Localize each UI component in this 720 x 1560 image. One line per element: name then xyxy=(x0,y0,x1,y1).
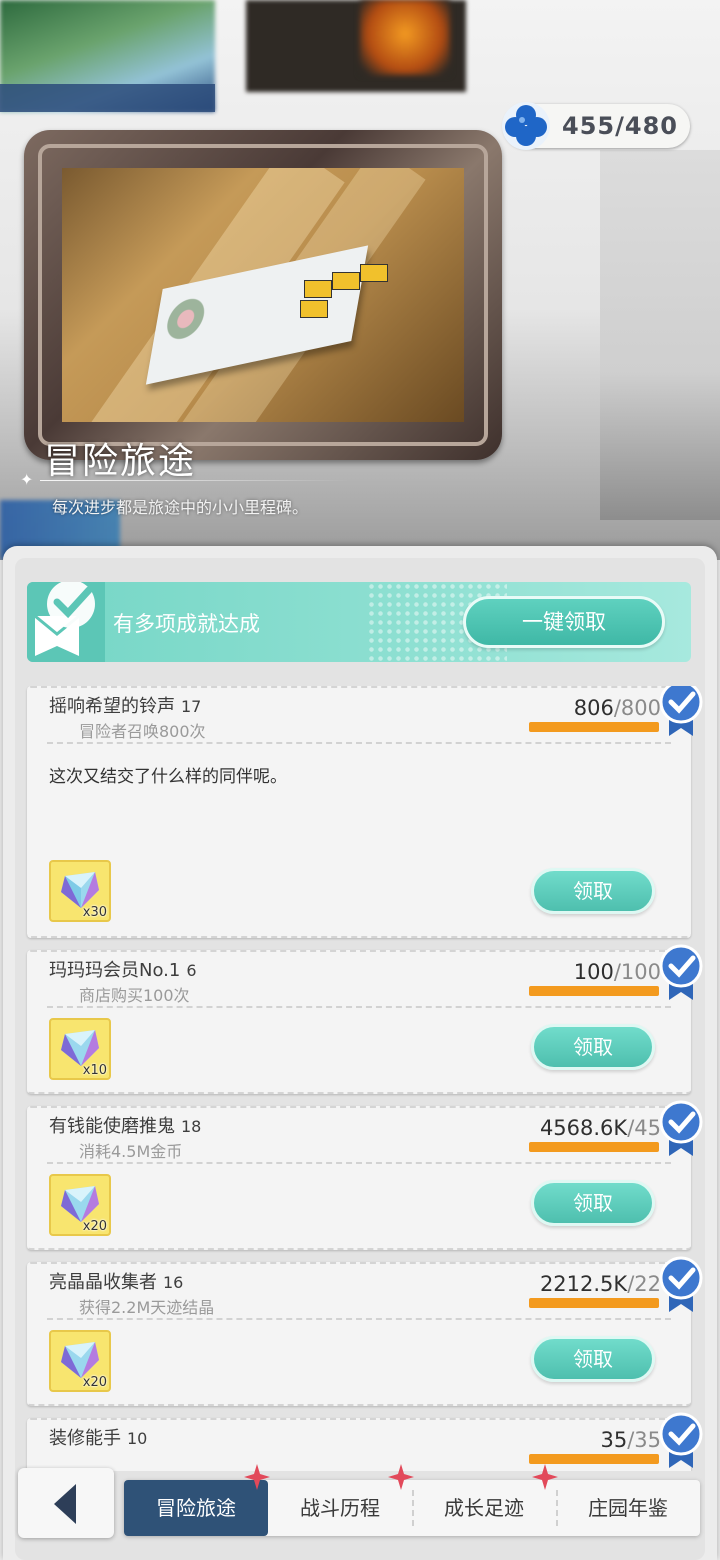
back-arrow-icon xyxy=(54,1484,76,1524)
notification-star-icon xyxy=(244,1464,270,1490)
back-button[interactable] xyxy=(18,1468,114,1538)
stamina-counter[interactable]: 455/480 xyxy=(502,102,690,150)
category-subtitle: 每次进步都是旅途中的小小里程碑。 xyxy=(52,498,309,517)
achievement-card: 亮晶晶收集者 16 获得2.2M天迹结晶 2212.5K/22 x20 领取 xyxy=(27,1256,703,1406)
completed-check-icon xyxy=(659,1100,703,1156)
background-painting-detail xyxy=(360,0,450,75)
reward-item[interactable]: x20 xyxy=(49,1330,111,1392)
achievement-flavor-text: 这次又结交了什么样的同伴呢。 xyxy=(49,767,287,787)
achievement-list[interactable]: 摇响希望的铃声 17 冒险者召唤800次 806/800 这次又结交了什么样的同伴… xyxy=(15,686,705,1471)
achievement-progress-text: 35/35 xyxy=(600,1428,661,1452)
reward-count: x20 xyxy=(82,1219,107,1234)
reward-item[interactable]: x30 xyxy=(49,860,111,922)
sparkle-icon: ✦ xyxy=(20,470,34,489)
bottom-navigation: 冒险旅途 战斗历程 成长足迹 庄园年鉴 xyxy=(18,1464,702,1548)
stamp-image xyxy=(332,272,360,290)
achievement-card: 摇响希望的铃声 17 冒险者召唤800次 806/800 这次又结交了什么样的同伴… xyxy=(27,686,703,938)
achievement-requirement: 冒险者召唤800次 xyxy=(79,722,206,741)
stamina-value: 455/480 xyxy=(562,112,678,140)
clover-icon xyxy=(502,102,550,150)
tab-manor-almanac[interactable]: 庄园年鉴 xyxy=(556,1480,700,1536)
achievement-progress-bar xyxy=(529,986,659,996)
achievement-progress-text: 806/800 xyxy=(573,696,661,720)
achievement-level: 16 xyxy=(163,1273,184,1292)
checked-envelope-icon xyxy=(27,582,105,662)
achievement-name: 装修能手 10 xyxy=(49,1428,148,1449)
achievement-level: 18 xyxy=(181,1117,202,1136)
achievement-progress-bar xyxy=(529,1454,659,1464)
reward-item[interactable]: x10 xyxy=(49,1018,111,1080)
achievement-progress-bar xyxy=(529,1298,659,1308)
stamp-image xyxy=(300,300,328,318)
background-wall-right xyxy=(600,150,720,520)
notification-star-icon xyxy=(532,1464,558,1490)
achievement-name: 有钱能使磨推鬼 18 xyxy=(49,1116,202,1137)
achievement-card: 装修能手 10 35/35 xyxy=(27,1412,703,1471)
achievement-name: 亮晶晶收集者 16 xyxy=(49,1272,184,1293)
completed-check-icon xyxy=(659,944,703,1000)
achievement-requirement: 获得2.2M天迹结晶 xyxy=(79,1298,215,1317)
achievement-progress-text: 2212.5K/22 xyxy=(539,1272,661,1296)
achievement-requirement: 商店购买100次 xyxy=(79,986,190,1005)
completed-check-icon xyxy=(659,1256,703,1312)
achievement-category-artwork xyxy=(24,130,502,460)
completed-check-icon xyxy=(659,686,703,736)
background-painting-plaque xyxy=(0,84,215,112)
reward-count: x20 xyxy=(82,1375,107,1390)
achievements-ready-banner: 有多项成就达成 一键领取 xyxy=(27,582,691,662)
reward-count: x30 xyxy=(82,905,107,920)
stamp-image xyxy=(304,280,332,298)
achievement-progress-bar xyxy=(529,1142,659,1152)
category-tabs: 冒险旅途 战斗历程 成长足迹 庄园年鉴 xyxy=(124,1464,700,1536)
achievement-level: 17 xyxy=(181,697,202,716)
claim-button[interactable]: 领取 xyxy=(531,1024,655,1070)
banner-text: 有多项成就达成 xyxy=(113,612,260,636)
stamp-image xyxy=(360,264,388,282)
achievement-panel: 有多项成就达成 一键领取 摇响希望的铃声 17 冒险者召唤800次 806/800… xyxy=(3,546,717,1560)
notification-star-icon xyxy=(388,1464,414,1490)
achievement-level: 10 xyxy=(127,1429,148,1448)
achievement-progress-text: 100/100 xyxy=(573,960,661,984)
category-title: 冒险旅途 xyxy=(44,441,197,482)
claim-button[interactable]: 领取 xyxy=(531,1180,655,1226)
achievement-name: 玛玛玛会员No.1 6 xyxy=(49,960,197,981)
achievement-card: 玛玛玛会员No.1 6 商店购买100次 100/100 x10 领取 xyxy=(27,944,703,1094)
achievement-progress-bar xyxy=(529,722,659,732)
claim-all-button[interactable]: 一键领取 xyxy=(463,596,665,648)
claim-button[interactable]: 领取 xyxy=(531,868,655,914)
achievement-level: 6 xyxy=(186,961,197,980)
achievement-card: 有钱能使磨推鬼 18 消耗4.5M金币 4568.6K/45 x20 领取 xyxy=(27,1100,703,1250)
completed-check-icon xyxy=(659,1412,703,1468)
reward-count: x10 xyxy=(82,1063,107,1078)
achievement-progress-text: 4568.6K/45 xyxy=(539,1116,661,1140)
reward-item[interactable]: x20 xyxy=(49,1174,111,1236)
letter-illustration xyxy=(62,168,464,422)
achievement-name: 摇响希望的铃声 17 xyxy=(49,696,202,717)
claim-button[interactable]: 领取 xyxy=(531,1336,655,1382)
achievement-requirement: 消耗4.5M金币 xyxy=(79,1142,183,1161)
